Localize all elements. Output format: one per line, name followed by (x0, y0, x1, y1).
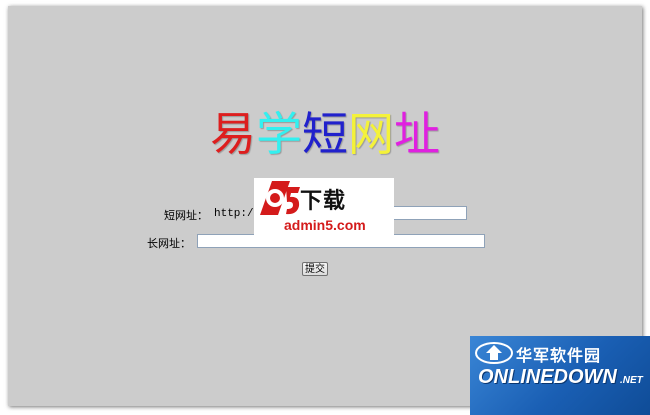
title-char-5: 址 (394, 107, 440, 161)
onlinedown-en: ONLINEDOWN (478, 366, 617, 388)
title-char-4: 网 (348, 107, 394, 161)
onlinedown-tld: .NET (620, 375, 643, 386)
a5-watermark: 下载 admin5.com (254, 178, 394, 238)
a5-domain: admin5.com (284, 217, 366, 233)
onlinedown-logo-icon (475, 342, 513, 364)
title-char-3: 短 (302, 107, 348, 161)
onlinedown-cn: 华军软件园 (516, 346, 602, 365)
long-url-label: 长网址： (147, 237, 191, 250)
title-char-2: 学 (256, 107, 302, 161)
short-url-label: 短网址： (164, 209, 208, 222)
a5-logo-icon (260, 181, 300, 215)
a5-text: 下载 (300, 189, 347, 214)
title-char-1: 易 (210, 107, 256, 161)
submit-button[interactable]: 提交 (302, 262, 328, 276)
page-title: 易学短网址 (8, 106, 642, 162)
onlinedown-watermark: 华军软件园 ONLINEDOWN .NET (470, 336, 650, 415)
